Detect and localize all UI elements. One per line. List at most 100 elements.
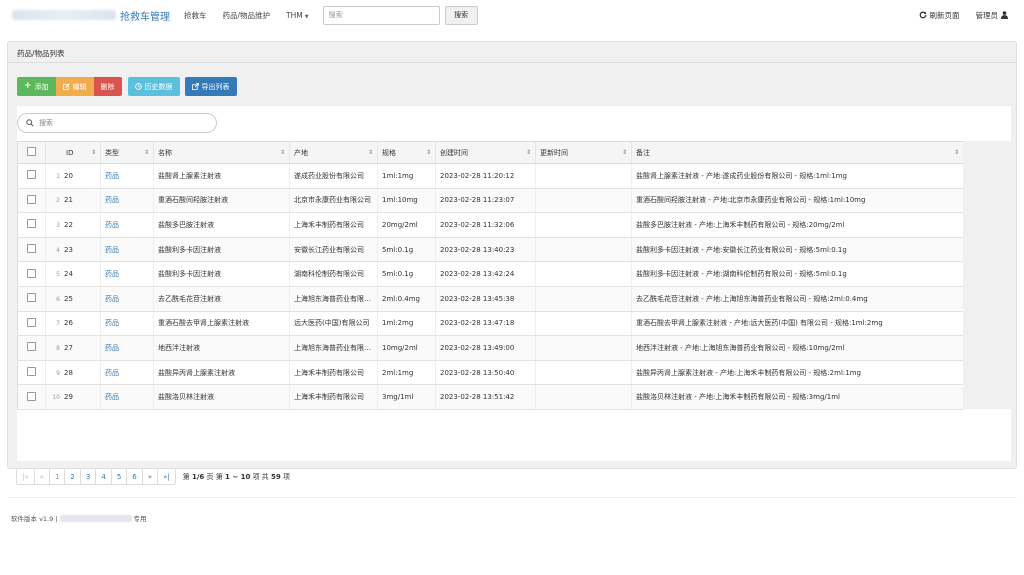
page-button-2[interactable]: 2 (64, 468, 81, 485)
last-page-button[interactable]: »| (157, 468, 176, 485)
cell-origin: 安徽长江药业有限公司 (289, 237, 378, 263)
add-button[interactable]: + 添加 (17, 77, 56, 96)
type-link[interactable]: 药品 (105, 172, 119, 180)
table-row[interactable]: 8 27 药品 地西泮注射液 上海旭东海普药业有限公司 10mg/2ml 2023… (17, 335, 964, 361)
type-link[interactable]: 药品 (105, 221, 119, 229)
cell-created: 2023-02-28 11:23:07 (435, 188, 536, 214)
page-button-5[interactable]: 5 (110, 468, 128, 485)
select-all-checkbox-cell[interactable] (17, 141, 46, 164)
footer-org-blurred (59, 514, 132, 522)
user-menu[interactable]: 管理员 (975, 10, 1008, 21)
refresh-page-link[interactable]: 刷新页面 (919, 10, 960, 21)
row-checkbox-cell[interactable] (17, 311, 46, 337)
range-value: 1 ~ 10 (224, 472, 251, 481)
row-checkbox-cell[interactable] (17, 188, 46, 214)
nav-dropdown-thm[interactable]: THM ▼ (286, 11, 309, 20)
row-checkbox-cell[interactable] (17, 237, 46, 263)
drug-table: ID ⇕ 类型 ⇕ 名称 ⇕ 产地 ⇕ 规格 ⇕ 创建时间 ⇕ 更新时间 ⇕ 备注 ⇕ 1 20 … (17, 141, 1011, 410)
cell-updated (535, 360, 632, 386)
cell-type[interactable]: 药品 (100, 237, 154, 263)
cell-type[interactable]: 药品 (100, 188, 154, 214)
col-header-updated[interactable]: 更新时间 ⇕ (535, 141, 632, 164)
col-header-id[interactable]: ID ⇕ (45, 141, 101, 164)
table-row[interactable]: 3 22 药品 盐酸多巴胺注射液 上海禾丰制药有限公司 20mg/2ml 2023… (17, 212, 964, 238)
page-button-3[interactable]: 3 (79, 468, 97, 485)
select-all-checkbox[interactable] (27, 147, 36, 156)
row-checkbox-cell[interactable] (17, 261, 46, 287)
prev-page-button[interactable]: « (33, 468, 50, 485)
row-checkbox[interactable] (27, 367, 36, 377)
col-header-name[interactable]: 名称 ⇕ (153, 141, 290, 164)
table-row[interactable]: 4 23 药品 盐酸利多卡因注射液 安徽长江药业有限公司 5ml:0.1g 202… (17, 237, 964, 263)
row-checkbox[interactable] (27, 293, 36, 303)
table-row[interactable]: 5 24 药品 盐酸利多卡因注射液 湖南科伦制药有限公司 5ml:0.1g 202… (17, 261, 964, 287)
cell-spec: 1ml:10mg (377, 188, 436, 214)
col-header-spec[interactable]: 规格 ⇕ (377, 141, 436, 164)
cell-type[interactable]: 药品 (100, 163, 154, 189)
type-link[interactable]: 药品 (105, 196, 119, 204)
row-checkbox-cell[interactable] (17, 212, 46, 238)
type-link[interactable]: 药品 (105, 295, 119, 303)
row-checkbox[interactable] (27, 219, 36, 229)
cell-type[interactable]: 药品 (100, 384, 154, 410)
row-checkbox[interactable] (27, 268, 36, 278)
table-row[interactable]: 9 28 药品 盐酸异丙肾上腺素注射液 上海禾丰制药有限公司 2ml:1mg 20… (17, 360, 964, 386)
col-header-note[interactable]: 备注 ⇕ (631, 141, 964, 164)
table-search-input[interactable]: 搜索 (17, 113, 217, 133)
row-checkbox-cell[interactable] (17, 286, 46, 312)
export-button[interactable]: 导出列表 (184, 77, 237, 96)
row-checkbox[interactable] (27, 244, 36, 254)
col-header-origin[interactable]: 产地 ⇕ (289, 141, 378, 164)
cell-id: 7 26 (45, 311, 101, 337)
history-button[interactable]: 历史数据 (127, 77, 180, 96)
col-header-type[interactable]: 类型 ⇕ (100, 141, 154, 164)
cell-type[interactable]: 药品 (100, 335, 154, 361)
table-row[interactable]: 6 25 药品 去乙酰毛花苷注射液 上海旭东海普药业有限公司 2ml:0.4mg … (17, 286, 964, 312)
cell-type[interactable]: 药品 (100, 360, 154, 386)
page-button-4[interactable]: 4 (95, 468, 112, 485)
row-checkbox[interactable] (27, 391, 36, 401)
edit-button[interactable]: 编辑 (55, 77, 94, 96)
type-link[interactable]: 药品 (105, 319, 119, 327)
table-row[interactable]: 10 29 药品 盐酸洛贝林注射液 上海禾丰制药有限公司 3mg/1ml 2023… (17, 384, 964, 410)
cell-type[interactable]: 药品 (100, 311, 154, 337)
type-link[interactable]: 药品 (105, 270, 119, 278)
type-link[interactable]: 药品 (105, 369, 119, 377)
nav-search-button[interactable]: 搜索 (444, 5, 478, 25)
table-header-row: ID ⇕ 类型 ⇕ 名称 ⇕ 产地 ⇕ 规格 ⇕ 创建时间 ⇕ 更新时间 ⇕ 备注 ⇕ (17, 141, 964, 164)
nav-search-input[interactable]: 搜索 (322, 5, 440, 25)
row-checkbox[interactable] (27, 194, 36, 204)
row-checkbox-cell[interactable] (17, 163, 46, 189)
clock-icon (134, 83, 142, 90)
cell-type[interactable]: 药品 (100, 212, 154, 238)
row-checkbox-cell[interactable] (17, 384, 46, 410)
table-row[interactable]: 2 21 药品 重酒石酸间羟胺注射液 北京市永康药业有限公司 1ml:10mg 2… (17, 188, 964, 214)
row-checkbox-cell[interactable] (17, 360, 46, 386)
table-row[interactable]: 7 26 药品 重酒石酸去甲肾上腺素注射液 远大医药(中国)有限公司 1ml:2m… (17, 311, 964, 337)
cell-type[interactable]: 药品 (100, 286, 154, 312)
row-checkbox[interactable] (27, 342, 36, 352)
delete-button[interactable]: 删除 (93, 77, 122, 96)
row-checkbox-cell[interactable] (17, 335, 46, 361)
col-header-created[interactable]: 创建时间 ⇕ (435, 141, 536, 164)
next-page-button[interactable]: » (141, 468, 159, 485)
first-page-button[interactable]: |« (16, 468, 35, 485)
row-checkbox[interactable] (27, 317, 36, 327)
type-link[interactable]: 药品 (105, 344, 119, 352)
brand-title[interactable]: 抢救车管理 (120, 8, 170, 23)
range-prefix: 第 (215, 472, 223, 481)
page-button-1[interactable]: 1 (48, 468, 66, 485)
cell-spec: 5ml:0.1g (377, 237, 436, 263)
nav-link-cart[interactable]: 抢救车 (184, 10, 207, 21)
user-label: 管理员 (975, 10, 999, 20)
table-row[interactable]: 1 20 药品 盐酸肾上腺素注射液 遂成药业股份有限公司 1ml:1mg 2023… (17, 163, 964, 189)
row-checkbox[interactable] (27, 170, 36, 180)
type-link[interactable]: 药品 (105, 393, 119, 401)
cell-id-value: 20 (64, 171, 73, 180)
type-link[interactable]: 药品 (105, 246, 119, 254)
page-button-6[interactable]: 6 (126, 468, 143, 485)
export-button-label: 导出列表 (201, 82, 230, 91)
cell-created: 2023-02-28 11:20:12 (435, 163, 536, 189)
cell-type[interactable]: 药品 (100, 261, 154, 287)
nav-link-drug-maintenance[interactable]: 药品/物品维护 (223, 10, 271, 21)
